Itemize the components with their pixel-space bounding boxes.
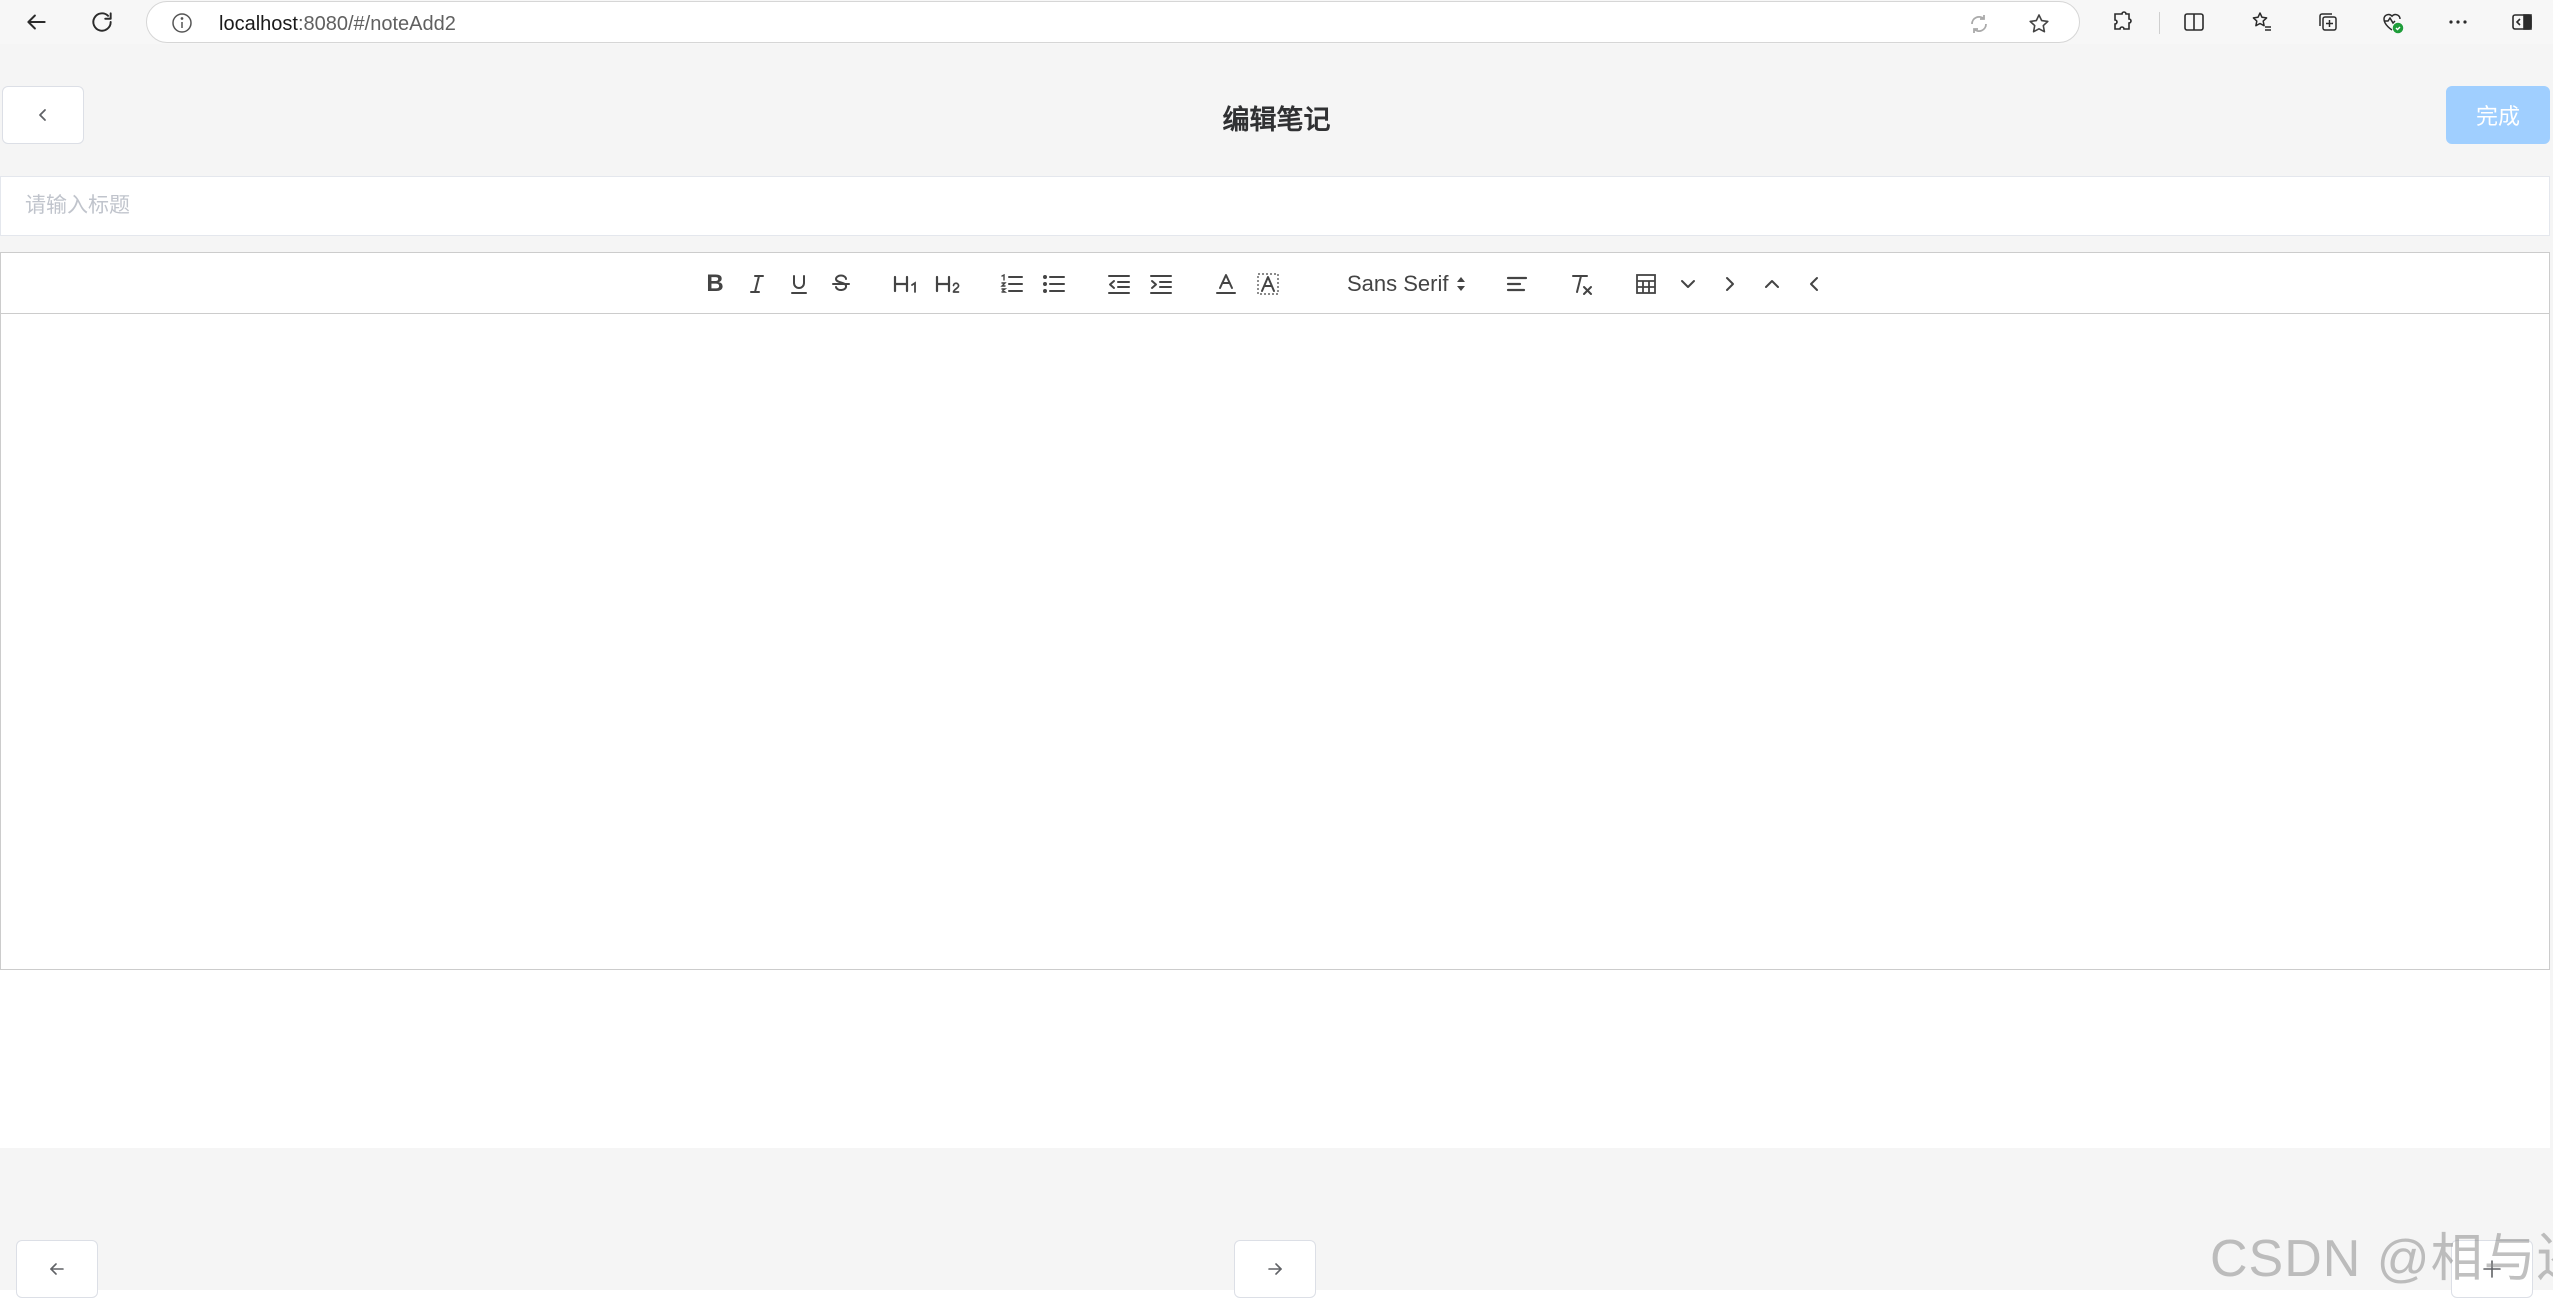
header-1-button[interactable] (889, 267, 925, 301)
sidebar-toggle-icon[interactable] (2508, 8, 2536, 36)
clear-format-icon (1572, 275, 1592, 295)
underline-icon (791, 275, 807, 294)
indent-button[interactable] (1144, 267, 1178, 301)
bold-button[interactable]: B (698, 267, 732, 301)
outdent-button[interactable] (1102, 267, 1136, 301)
italic-button[interactable] (740, 267, 774, 301)
site-info-icon[interactable] (171, 12, 193, 34)
toolbar-separator (2159, 12, 2160, 34)
select-arrows-icon (1456, 277, 1465, 291)
bold-icon: B (706, 270, 724, 297)
clear-format-button[interactable] (1565, 267, 1599, 301)
heading-1-icon (893, 275, 916, 293)
italic-icon (750, 275, 764, 293)
next-button[interactable] (1234, 1240, 1316, 1298)
indent-icon (1150, 275, 1172, 294)
text-color-button[interactable] (1209, 267, 1243, 301)
browser-health-icon[interactable] (2378, 8, 2406, 36)
table-button[interactable] (1629, 267, 1663, 301)
underline-button[interactable] (782, 267, 816, 301)
previous-button[interactable] (16, 1240, 98, 1298)
editor-toolbar: B Sans Serif (0, 252, 2550, 314)
editor-content-area[interactable] (0, 314, 2550, 970)
align-button[interactable] (1500, 267, 1534, 301)
strike-button[interactable] (824, 267, 858, 301)
done-button[interactable]: 完成 (2446, 86, 2550, 144)
table-icon (1636, 274, 1656, 294)
ordered-list-button[interactable] (995, 267, 1029, 301)
favorite-star-icon[interactable] (2027, 12, 2051, 36)
url-path: :8080/#/noteAdd2 (297, 13, 456, 35)
align-left-icon (1506, 276, 1528, 292)
arrow-left-icon (50, 1263, 64, 1275)
rich-text-editor: B Sans Serif (0, 252, 2550, 970)
outdent-icon (1108, 275, 1130, 294)
insert-column-right-button[interactable] (1713, 267, 1747, 301)
chevron-right-icon (1726, 277, 1734, 291)
url-text[interactable]: localhost:8080/#/noteAdd2 (219, 13, 456, 36)
heading-2-icon (935, 275, 960, 293)
split-screen-icon[interactable] (2180, 8, 2208, 36)
insert-column-left-button[interactable] (1797, 267, 1831, 301)
app-root: 编辑笔记 完成 B (0, 44, 2553, 1298)
page-header: 编辑笔记 完成 (0, 44, 2553, 176)
background-color-button[interactable] (1251, 267, 1285, 301)
chevron-up-icon (1765, 280, 1779, 288)
page-footer (0, 1148, 2553, 1298)
chevron-left-icon (1810, 277, 1818, 291)
browser-toolbar: localhost:8080/#/noteAdd2 (0, 0, 2553, 44)
favorites-icon[interactable] (2248, 8, 2276, 36)
font-family-label: Sans Serif (1347, 271, 1449, 296)
watermark: CSDN @相与还 (2210, 1230, 2553, 1288)
read-aloud-icon[interactable] (1967, 12, 1991, 36)
chevron-down-icon (1681, 280, 1695, 288)
bullet-list-icon (1043, 275, 1065, 293)
address-bar[interactable]: localhost:8080/#/noteAdd2 (146, 1, 2080, 43)
collections-icon[interactable] (2314, 8, 2342, 36)
editor-bottom-spacer (0, 970, 2550, 1148)
browser-back-icon[interactable] (16, 2, 56, 42)
header-2-button[interactable] (931, 267, 967, 301)
strikethrough-icon (832, 274, 850, 292)
more-options-icon[interactable] (2444, 8, 2472, 36)
insert-row-above-button[interactable] (1755, 267, 1789, 301)
background-color-icon (1257, 273, 1279, 295)
insert-row-below-button[interactable] (1671, 267, 1705, 301)
bullet-list-button[interactable] (1037, 267, 1071, 301)
page-title: 编辑笔记 (1222, 105, 1331, 135)
text-color-icon (1216, 274, 1236, 294)
url-host: localhost (219, 13, 298, 35)
title-input[interactable] (0, 176, 2550, 236)
extensions-icon[interactable] (2108, 8, 2136, 36)
font-family-select[interactable]: Sans Serif (1347, 267, 1477, 301)
ordered-list-icon (1000, 273, 1023, 293)
arrow-right-icon (1268, 1263, 1282, 1275)
browser-refresh-icon[interactable] (82, 2, 122, 42)
